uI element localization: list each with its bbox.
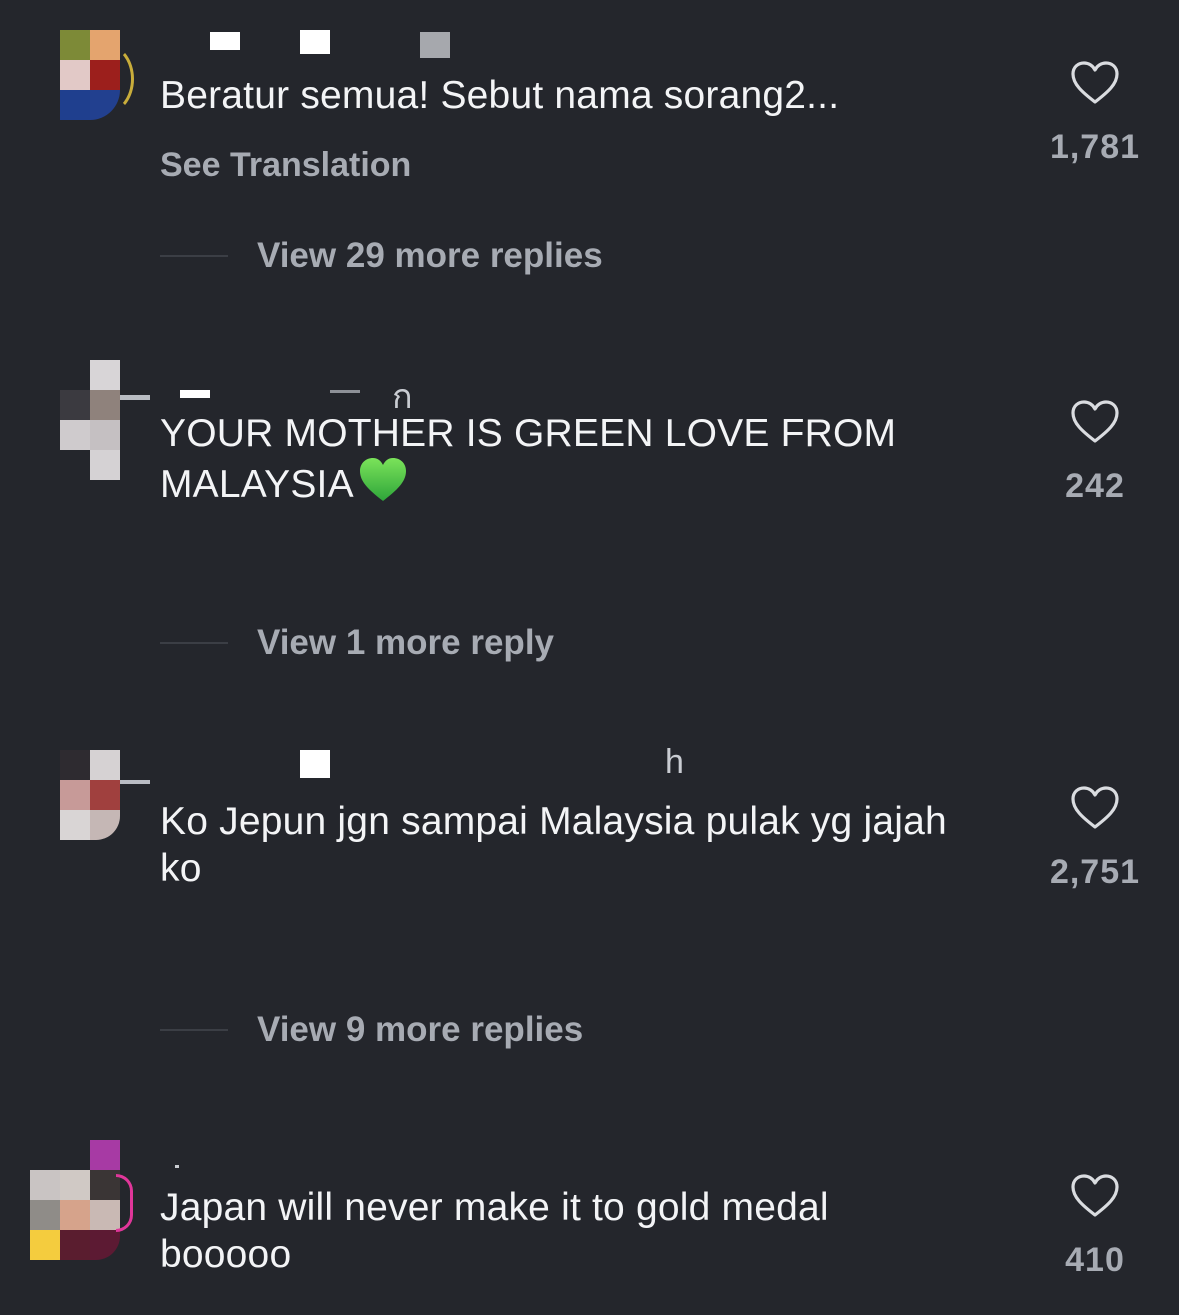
comment-text-body: YOUR MOTHER IS GREEN LOVE FROM MALAYSIA	[160, 412, 897, 506]
comment-text: YOUR MOTHER IS GREEN LOVE FROM MALAYSIA	[160, 410, 960, 514]
view-replies-button[interactable]: View 29 more replies	[160, 236, 603, 276]
green-heart-emoji	[358, 457, 408, 514]
username-redacted	[160, 1135, 360, 1168]
heart-outline-icon[interactable]	[1070, 60, 1120, 106]
comment-item: Beratur semua! Sebut nama sorang2... See…	[0, 0, 1179, 300]
comment-item: ก YOUR MOTHER IS GREEN LOVE FROM MALAYSI…	[0, 355, 1179, 685]
like-control: 1,781	[1035, 60, 1155, 167]
heart-outline-icon[interactable]	[1070, 1173, 1120, 1219]
like-count: 1,781	[1049, 128, 1141, 166]
view-replies-button[interactable]: View 1 more reply	[160, 623, 554, 663]
avatar[interactable]	[30, 1140, 133, 1260]
replies-divider	[160, 255, 228, 257]
like-count: 410	[1065, 1241, 1125, 1279]
heart-outline-icon[interactable]	[1070, 399, 1120, 445]
view-replies-label: View 29 more replies	[257, 236, 603, 275]
avatar[interactable]	[60, 30, 134, 120]
avatar[interactable]	[60, 750, 150, 850]
replies-divider	[160, 1029, 228, 1031]
heart-outline-icon[interactable]	[1070, 785, 1120, 831]
comment-text: Japan will never make it to gold medal b…	[160, 1186, 829, 1276]
like-control: 242	[1035, 399, 1155, 506]
comment-text: Ko Jepun jgn sampai Malaysia pulak yg ja…	[160, 800, 947, 890]
comment-item: h Ko Jepun jgn sampai Malaysia pulak yg …	[0, 743, 1179, 1075]
like-count: 2,751	[1049, 853, 1141, 891]
like-count: 242	[1065, 467, 1125, 505]
replies-divider	[160, 642, 228, 644]
like-control: 2,751	[1035, 785, 1155, 892]
avatar[interactable]	[60, 360, 150, 480]
comment-text: Beratur semua! Sebut nama sorang2...	[160, 74, 840, 117]
username-redacted: ก	[160, 375, 460, 416]
like-control: 410	[1035, 1173, 1155, 1280]
view-replies-button[interactable]: View 9 more replies	[160, 1010, 583, 1050]
see-translation-link[interactable]: See Translation	[160, 146, 411, 185]
username-redacted	[160, 30, 460, 60]
view-replies-label: View 1 more reply	[257, 623, 555, 662]
view-replies-label: View 9 more replies	[257, 1010, 584, 1049]
comment-item: Japan will never make it to gold medal b…	[0, 1135, 1179, 1315]
username-redacted: h	[160, 743, 720, 781]
